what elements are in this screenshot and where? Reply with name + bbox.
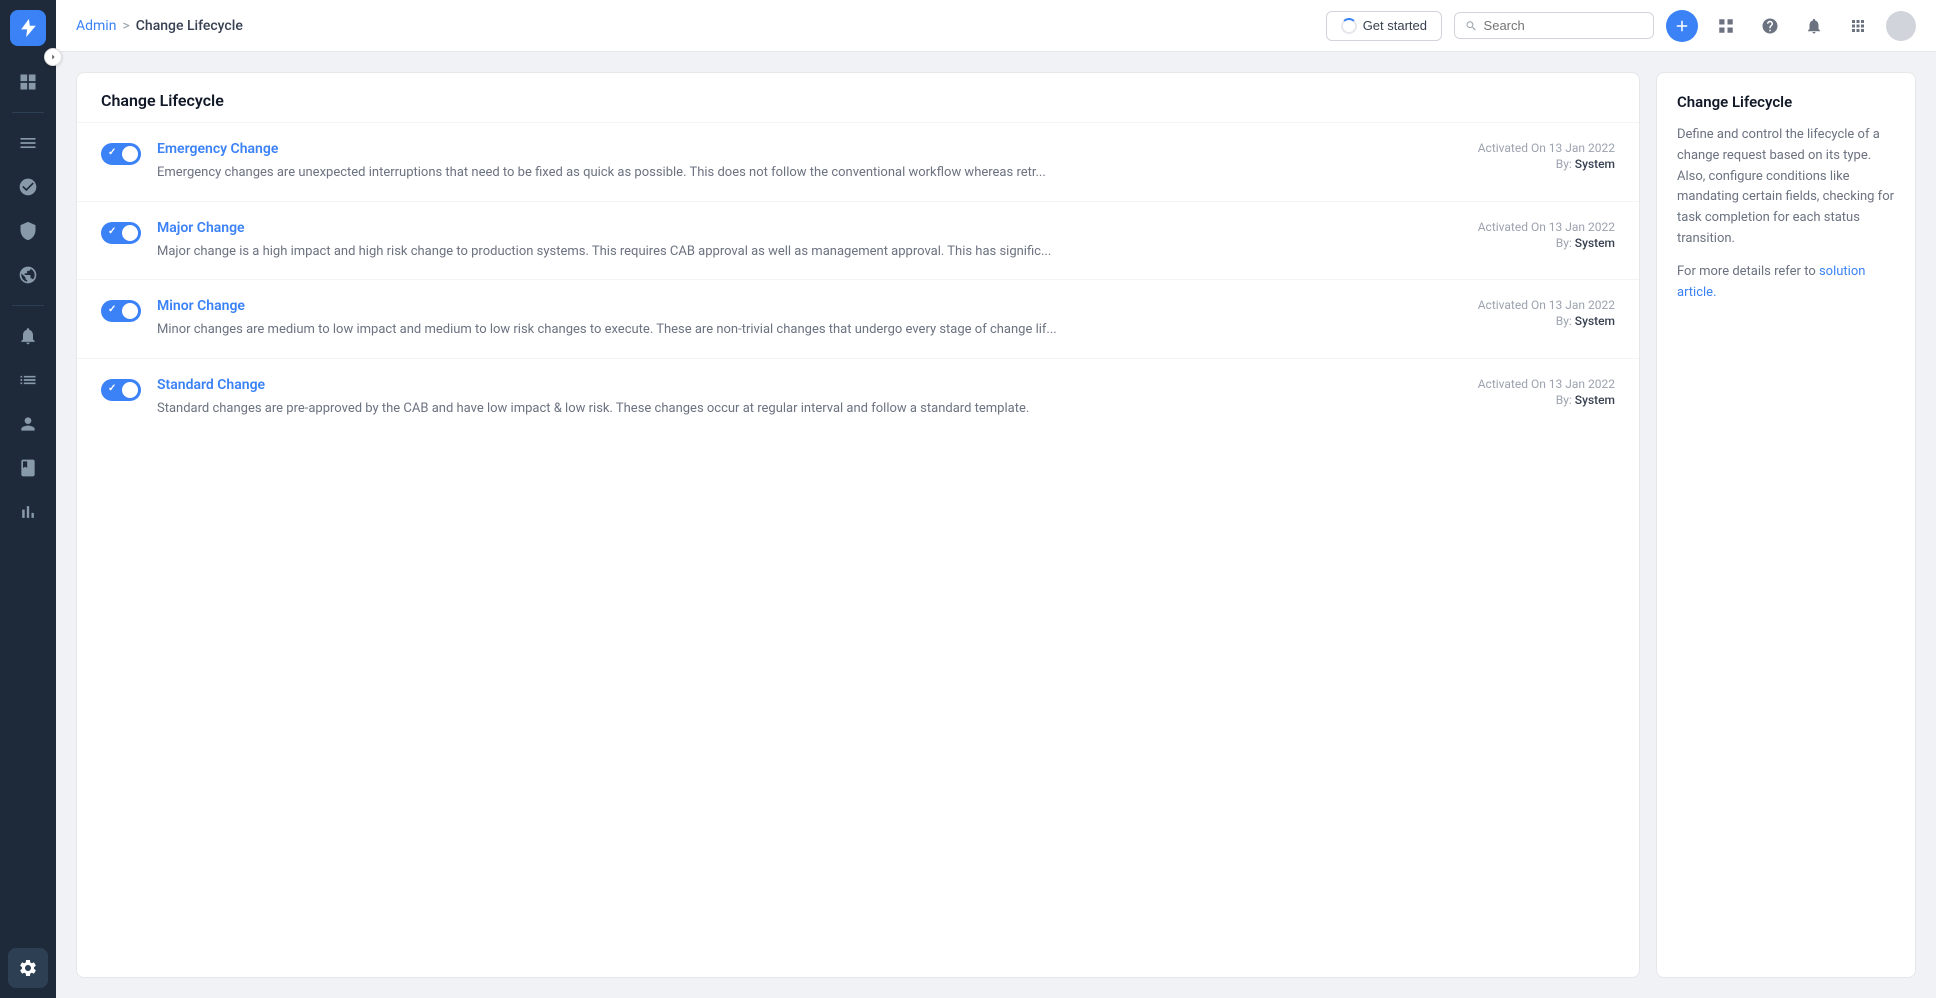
- sidebar-nav: [0, 62, 56, 948]
- toggle-check: ✓: [108, 147, 116, 158]
- right-panel-link-text: For more details refer to solution artic…: [1677, 262, 1895, 304]
- sidebar-bottom: [8, 948, 48, 988]
- item-activated-emergency: Activated On 13 Jan 2022: [1455, 141, 1615, 155]
- toggle-knob: [122, 382, 138, 398]
- grid-view-button[interactable]: [1710, 10, 1742, 42]
- toggle-knob: [122, 146, 138, 162]
- item-activated-major: Activated On 13 Jan 2022: [1455, 220, 1615, 234]
- main-panel: Change Lifecycle ✓ Emergency Change Emer…: [76, 72, 1640, 978]
- topbar: Admin > Change Lifecycle Get started: [56, 0, 1936, 52]
- right-panel: Change Lifecycle Define and control the …: [1656, 72, 1916, 978]
- breadcrumb-admin[interactable]: Admin: [76, 18, 116, 34]
- item-content-major: Major Change Major change is a high impa…: [157, 220, 1439, 262]
- item-content-standard: Standard Change Standard changes are pre…: [157, 377, 1439, 419]
- add-button[interactable]: [1666, 10, 1698, 42]
- toggle-check: ✓: [108, 383, 116, 394]
- breadcrumb-separator: >: [122, 18, 129, 34]
- sidebar-item-globe[interactable]: [8, 255, 48, 295]
- user-avatar[interactable]: [1886, 11, 1916, 41]
- right-panel-description: Define and control the lifecycle of a ch…: [1677, 125, 1895, 250]
- item-meta-minor: Activated On 13 Jan 2022 By: System: [1455, 298, 1615, 328]
- toggle-knob: [122, 303, 138, 319]
- item-meta-major: Activated On 13 Jan 2022 By: System: [1455, 220, 1615, 250]
- item-desc-standard: Standard changes are pre-approved by the…: [157, 399, 1439, 419]
- item-by-major: By: System: [1455, 236, 1615, 250]
- item-title-emergency[interactable]: Emergency Change: [157, 141, 1439, 157]
- item-title-major[interactable]: Major Change: [157, 220, 1439, 236]
- toggle-major[interactable]: ✓: [101, 222, 141, 244]
- lifecycle-item-minor: ✓ Minor Change Minor changes are medium …: [77, 280, 1639, 359]
- sidebar-item-list[interactable]: [8, 360, 48, 400]
- sidebar-divider-1: [12, 112, 44, 113]
- get-started-label: Get started: [1363, 18, 1427, 33]
- spinner-icon: [1341, 18, 1357, 34]
- toggle-knob: [122, 225, 138, 241]
- sidebar-item-book[interactable]: [8, 448, 48, 488]
- sidebar-item-shield[interactable]: [8, 211, 48, 251]
- get-started-button[interactable]: Get started: [1326, 11, 1442, 41]
- item-by-minor: By: System: [1455, 314, 1615, 328]
- breadcrumb-current-page: Change Lifecycle: [136, 18, 243, 34]
- item-desc-emergency: Emergency changes are unexpected interru…: [157, 163, 1439, 183]
- sidebar-item-menu[interactable]: [8, 123, 48, 163]
- toggle-check: ✓: [108, 226, 116, 237]
- sidebar-divider-2: [12, 305, 44, 306]
- sidebar-item-bar-chart[interactable]: [8, 492, 48, 532]
- help-button[interactable]: [1754, 10, 1786, 42]
- toggle-minor[interactable]: ✓: [101, 300, 141, 322]
- item-meta-emergency: Activated On 13 Jan 2022 By: System: [1455, 141, 1615, 171]
- more-details-prefix: For more details refer to: [1677, 264, 1819, 279]
- main-area: Admin > Change Lifecycle Get started: [56, 0, 1936, 998]
- item-desc-major: Major change is a high impact and high r…: [157, 242, 1439, 262]
- content-area: Change Lifecycle ✓ Emergency Change Emer…: [56, 52, 1936, 998]
- lifecycle-item-standard: ✓ Standard Change Standard changes are p…: [77, 359, 1639, 437]
- item-activated-minor: Activated On 13 Jan 2022: [1455, 298, 1615, 312]
- notification-button[interactable]: [1798, 10, 1830, 42]
- sidebar-item-alert[interactable]: [8, 316, 48, 356]
- sidebar-item-settings[interactable]: [8, 948, 48, 988]
- sidebar-item-person[interactable]: [8, 404, 48, 444]
- lifecycle-item-major: ✓ Major Change Major change is a high im…: [77, 202, 1639, 281]
- item-by-standard: By: System: [1455, 393, 1615, 407]
- toggle-check: ✓: [108, 304, 116, 315]
- item-title-minor[interactable]: Minor Change: [157, 298, 1439, 314]
- lifecycle-item-emergency: ✓ Emergency Change Emergency changes are…: [77, 123, 1639, 202]
- app-logo[interactable]: [10, 10, 46, 46]
- panel-title: Change Lifecycle: [77, 73, 1639, 123]
- sidebar-item-dashboard[interactable]: [8, 62, 48, 102]
- right-panel-title: Change Lifecycle: [1677, 93, 1895, 111]
- apps-button[interactable]: [1842, 10, 1874, 42]
- item-activated-standard: Activated On 13 Jan 2022: [1455, 377, 1615, 391]
- item-desc-minor: Minor changes are medium to low impact a…: [157, 320, 1439, 340]
- search-icon: [1465, 19, 1478, 33]
- item-meta-standard: Activated On 13 Jan 2022 By: System: [1455, 377, 1615, 407]
- item-content-minor: Minor Change Minor changes are medium to…: [157, 298, 1439, 340]
- sidebar-collapse-button[interactable]: [44, 48, 62, 66]
- toggle-standard[interactable]: ✓: [101, 379, 141, 401]
- search-input[interactable]: [1484, 18, 1643, 33]
- item-by-emergency: By: System: [1455, 157, 1615, 171]
- breadcrumb: Admin > Change Lifecycle: [76, 18, 243, 34]
- sidebar: [0, 0, 56, 998]
- search-box[interactable]: [1454, 12, 1654, 39]
- sidebar-item-chart[interactable]: [8, 167, 48, 207]
- item-content-emergency: Emergency Change Emergency changes are u…: [157, 141, 1439, 183]
- toggle-emergency[interactable]: ✓: [101, 143, 141, 165]
- item-title-standard[interactable]: Standard Change: [157, 377, 1439, 393]
